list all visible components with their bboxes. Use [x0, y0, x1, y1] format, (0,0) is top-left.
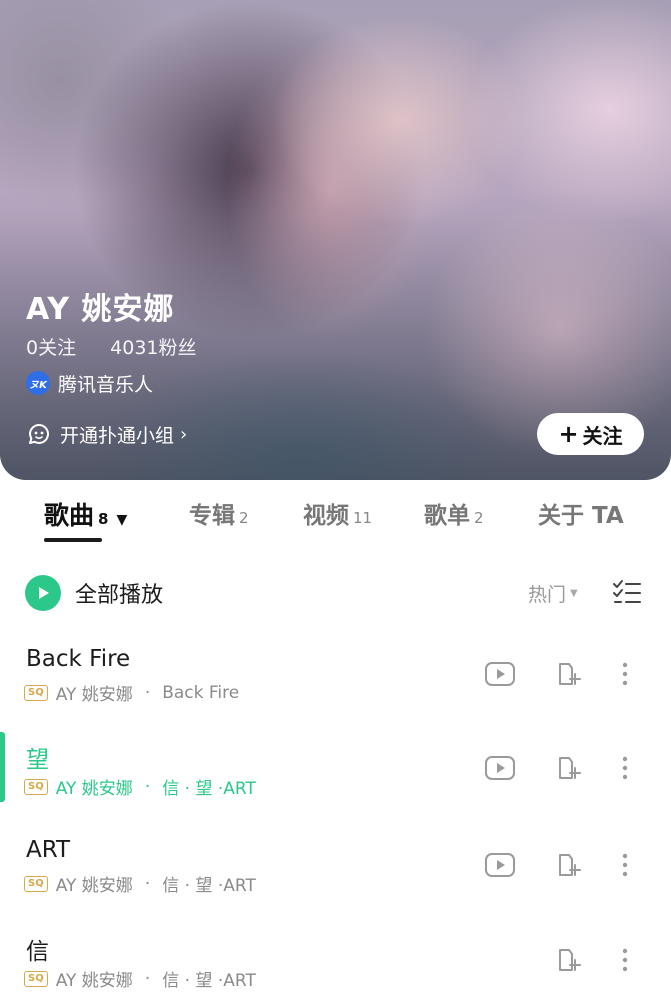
follow-button-label: 关注: [582, 423, 623, 448]
song-row[interactable]: Back Fire SQ AY 姚安娜 · Back Fire: [0, 646, 671, 742]
hero-overlay: [0, 0, 671, 480]
more-options-icon[interactable]: [618, 946, 632, 974]
separator-dot: ·: [144, 968, 151, 989]
caret-down-icon[interactable]: ▼: [116, 512, 127, 528]
verification-label: 腾讯音乐人: [58, 373, 154, 396]
active-tab-indicator: [44, 538, 102, 542]
sort-dropdown[interactable]: 热门 ▼: [528, 580, 578, 606]
tab-count: 2: [474, 509, 484, 527]
tab-count: 2: [239, 509, 249, 527]
sq-quality-badge: SQ: [24, 970, 48, 987]
video-play-icon[interactable]: [484, 660, 516, 688]
caret-down-icon: ▼: [570, 587, 578, 599]
add-to-playlist-icon[interactable]: [556, 946, 584, 974]
tab-videos[interactable]: 视频 11: [303, 490, 372, 546]
song-row[interactable]: ART SQ AY 姚安娜 · 信 · 望 ·ART: [0, 837, 671, 933]
more-options-icon[interactable]: [618, 660, 632, 688]
more-options-icon[interactable]: [618, 851, 632, 879]
artist-stats: 0关注 4031粉丝: [26, 333, 225, 360]
sq-quality-badge: SQ: [24, 684, 48, 701]
song-meta: SQ AY 姚安娜 · 信 · 望 ·ART: [24, 966, 256, 991]
song-meta: SQ AY 姚安娜 · Back Fire: [24, 680, 239, 705]
song-artist: AY 姚安娜: [55, 876, 133, 896]
tab-albums[interactable]: 专辑 2: [189, 490, 249, 546]
play-all-label: 全部播放: [75, 583, 164, 608]
tab-label: 专辑: [189, 503, 235, 529]
tencent-musician-icon: ヌK: [26, 371, 50, 395]
follow-button[interactable]: + 关注: [537, 413, 644, 455]
video-play-icon[interactable]: [484, 754, 516, 782]
tab-label: 歌单: [424, 503, 470, 529]
tab-label: 视频: [303, 503, 349, 529]
song-meta: SQ AY 姚安娜 · 信 · 望 ·ART: [24, 871, 256, 896]
song-title: 信: [26, 939, 49, 965]
song-row[interactable]: 信 SQ AY 姚安娜 · 信 · 望 ·ART: [0, 932, 671, 1000]
separator-dot: ·: [144, 682, 151, 703]
plus-icon: +: [558, 420, 579, 448]
tab-label: 歌曲: [44, 501, 95, 530]
sq-quality-badge: SQ: [24, 875, 48, 892]
song-meta: SQ AY 姚安娜 · 信 · 望 ·ART: [24, 774, 256, 799]
tab-count: 8: [98, 510, 109, 528]
song-title: ART: [26, 837, 71, 863]
song-album: 信 · 望 ·ART: [162, 876, 256, 896]
add-to-playlist-icon[interactable]: [556, 851, 584, 879]
multi-select-icon[interactable]: [612, 578, 642, 608]
separator-dot: ·: [144, 873, 151, 894]
verification: ヌK 腾讯音乐人: [26, 371, 154, 396]
play-icon: [25, 575, 61, 611]
artist-name: AY 姚安娜: [26, 292, 175, 327]
song-album: 信 · 望 ·ART: [162, 779, 256, 799]
tab-about[interactable]: 关于 TA: [538, 490, 624, 546]
sort-label: 热门: [528, 583, 567, 606]
song-title: Back Fire: [26, 646, 131, 672]
followers-count[interactable]: 4031粉丝: [110, 337, 196, 359]
add-to-playlist-icon[interactable]: [556, 660, 584, 688]
separator-dot: ·: [144, 776, 151, 797]
chat-bubble-icon: [29, 424, 49, 444]
video-play-icon[interactable]: [484, 851, 516, 879]
song-artist: AY 姚安娜: [55, 685, 133, 705]
song-album: 信 · 望 ·ART: [162, 971, 256, 991]
open-group-link[interactable]: 开通扑通小组 ›: [26, 420, 187, 448]
sq-quality-badge: SQ: [24, 778, 48, 795]
play-all-button[interactable]: 全部播放: [25, 575, 163, 611]
song-artist: AY 姚安娜: [55, 971, 133, 991]
tab-label: 关于 TA: [538, 503, 624, 529]
song-row[interactable]: 望 SQ AY 姚安娜 · 信 · 望 ·ART: [0, 732, 671, 836]
add-to-playlist-icon[interactable]: [556, 754, 584, 782]
following-count[interactable]: 0关注: [26, 337, 76, 359]
tab-count: 11: [353, 509, 373, 527]
chevron-right-icon: ›: [180, 423, 188, 445]
open-group-label: 开通扑通小组: [60, 424, 175, 447]
song-album: Back Fire: [162, 682, 240, 703]
tab-playlists[interactable]: 歌单 2: [424, 490, 484, 546]
artist-header-image: AY 姚安娜 0关注 4031粉丝 ヌK 腾讯音乐人 开通扑通小组 › + 关注: [0, 0, 671, 480]
song-artist: AY 姚安娜: [55, 779, 133, 799]
more-options-icon[interactable]: [618, 754, 632, 782]
now-playing-indicator: [0, 732, 5, 802]
song-title: 望: [26, 747, 49, 773]
